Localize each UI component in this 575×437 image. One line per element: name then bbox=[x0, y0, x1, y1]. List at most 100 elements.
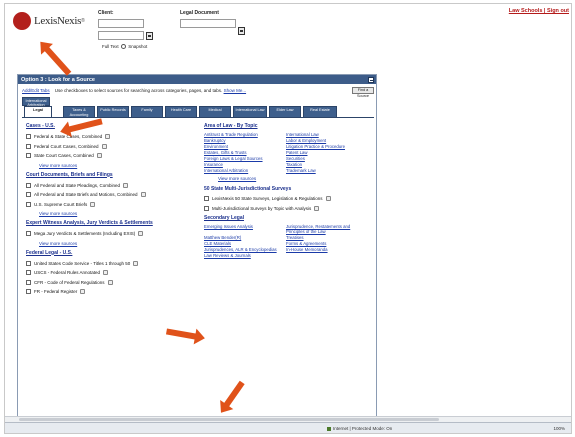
checkbox[interactable] bbox=[26, 143, 31, 149]
area-link[interactable]: Environment bbox=[204, 144, 282, 149]
expert-heading[interactable]: Expert Witness Analysis, Jury Verdicts &… bbox=[26, 220, 196, 226]
tab-international-law[interactable]: International Law bbox=[233, 106, 267, 117]
list-item[interactable]: Mega Jury Verdicts & Settlements (Includ… bbox=[26, 229, 196, 239]
zoom-level[interactable]: 100% bbox=[553, 426, 565, 431]
area-link[interactable]: Antitrust & Trade Regulation bbox=[204, 132, 282, 137]
area-link[interactable]: Foreign Laws & Legal Sources bbox=[204, 156, 282, 161]
list-item[interactable]: LexisNexis 50 State Surveys, Legislation… bbox=[204, 194, 374, 204]
tab-public-records[interactable]: Public Records bbox=[97, 106, 129, 117]
source-tabs: International Arbitration Legal Taxes & … bbox=[22, 97, 374, 118]
checkbox[interactable] bbox=[26, 153, 31, 159]
info-icon[interactable] bbox=[138, 231, 144, 237]
client-dropdown[interactable] bbox=[98, 31, 144, 40]
court-heading[interactable]: Court Documents, Briefs and Filings bbox=[26, 172, 196, 178]
snapshot-radio[interactable] bbox=[120, 44, 126, 50]
info-icon[interactable] bbox=[80, 289, 86, 295]
area-link[interactable]: International Arbitration bbox=[204, 168, 282, 173]
view-more-link[interactable]: View more sources bbox=[26, 209, 196, 218]
info-icon[interactable] bbox=[123, 182, 129, 188]
tab-family[interactable]: Family bbox=[131, 106, 163, 117]
federal-heading[interactable]: Federal Legal - U.S. bbox=[26, 250, 196, 256]
item-label: United States Code Service - Titles 1 th… bbox=[34, 260, 131, 266]
list-item[interactable]: U.S. Supreme Court Briefs bbox=[26, 200, 196, 210]
checkbox[interactable] bbox=[204, 196, 209, 202]
minimize-icon[interactable] bbox=[368, 76, 374, 83]
area-link[interactable]: Labor & Employment bbox=[286, 138, 364, 143]
add-edit-tabs-link[interactable]: Add/Edit Tabs bbox=[22, 88, 50, 93]
secondary-link[interactable]: Forms & Agreements bbox=[286, 241, 364, 246]
top-links-text[interactable]: Law Schools | Sign out bbox=[509, 8, 569, 14]
info-icon[interactable] bbox=[133, 260, 139, 266]
area-link[interactable]: Taxation bbox=[286, 162, 364, 167]
list-item[interactable]: USCS - Federal Rules Annotated bbox=[26, 268, 196, 278]
secondary-link[interactable]: Law Reviews & Journals bbox=[204, 253, 282, 258]
area-link[interactable]: Securities bbox=[286, 156, 364, 161]
info-icon[interactable] bbox=[103, 270, 109, 276]
list-item[interactable]: Federal & State Cases, Combined bbox=[26, 132, 196, 142]
area-link[interactable]: Litigation Practice & Procedure bbox=[286, 144, 364, 149]
secondary-link[interactable]: Jurisprudence, Restatements and Principl… bbox=[286, 224, 364, 234]
show-me-link[interactable]: Show Me... bbox=[224, 88, 247, 93]
tab-elder-law[interactable]: Elder Law bbox=[269, 106, 301, 117]
tab-real-estate[interactable]: Real Estate bbox=[303, 106, 337, 117]
area-link[interactable]: International Law bbox=[286, 132, 364, 137]
lexisnexis-logo[interactable]: LexisNexis ® bbox=[13, 10, 85, 32]
view-more-link[interactable]: View more sources bbox=[26, 239, 196, 248]
cases-heading[interactable]: Cases - U.S. bbox=[26, 123, 196, 129]
checkbox[interactable] bbox=[26, 270, 31, 276]
top-links[interactable]: Law Schools | Sign out bbox=[509, 8, 569, 14]
client-input[interactable] bbox=[98, 19, 144, 28]
lexisnexis-logo-icon bbox=[13, 12, 31, 30]
checkbox[interactable] bbox=[26, 134, 31, 140]
secondary-link[interactable]: In-House Memoranda bbox=[286, 247, 364, 252]
tab-health-care[interactable]: Health Care bbox=[165, 106, 197, 117]
checkbox[interactable] bbox=[204, 205, 209, 211]
list-item[interactable]: All Federal and State Pleadings, Combine… bbox=[26, 181, 196, 191]
info-icon[interactable] bbox=[107, 279, 113, 285]
checkbox[interactable] bbox=[26, 279, 31, 285]
panel-title: Option 3 : Look for a Source bbox=[18, 75, 376, 84]
checkbox[interactable] bbox=[26, 289, 31, 295]
area-link[interactable]: Patent Law bbox=[286, 150, 364, 155]
area-link[interactable]: Insurance bbox=[204, 162, 282, 167]
scrollbar-thumb[interactable] bbox=[19, 418, 439, 421]
checkbox[interactable] bbox=[26, 182, 31, 188]
secondary-legal-heading[interactable]: Secondary Legal bbox=[204, 215, 374, 221]
secondary-link[interactable]: Matthew Bender(R) bbox=[204, 235, 282, 240]
checkbox[interactable] bbox=[26, 260, 31, 266]
document-icon[interactable] bbox=[238, 27, 245, 35]
area-link[interactable]: Trademark Law bbox=[286, 168, 364, 173]
area-link[interactable]: Estates, Gifts & Trusts bbox=[204, 150, 282, 155]
list-item[interactable]: Multi-Jurisdictional Surveys by Topic wi… bbox=[204, 204, 374, 214]
info-icon[interactable] bbox=[325, 196, 331, 202]
checkbox[interactable] bbox=[26, 201, 31, 207]
tab-medical[interactable]: Medical bbox=[199, 106, 231, 117]
secondary-link[interactable]: Emerging Issues Analysis bbox=[204, 224, 282, 234]
list-item[interactable]: FR - Federal Register bbox=[26, 287, 196, 297]
info-icon[interactable] bbox=[314, 205, 320, 211]
view-more-link[interactable]: View more sources bbox=[204, 175, 374, 183]
secondary-link[interactable]: Treatises bbox=[286, 235, 364, 240]
area-of-law-heading[interactable]: Area of Law - By Topic bbox=[204, 123, 374, 129]
info-icon[interactable] bbox=[90, 201, 96, 207]
list-item[interactable]: United States Code Service - Titles 1 th… bbox=[26, 259, 196, 269]
info-icon[interactable] bbox=[105, 134, 111, 140]
secondary-link[interactable]: CLE Materials bbox=[204, 241, 282, 246]
info-icon[interactable] bbox=[140, 192, 146, 198]
checkbox[interactable] bbox=[26, 192, 31, 198]
tab-taxes[interactable]: Taxes & Accounting bbox=[63, 106, 95, 117]
list-item[interactable]: All Federal and State Briefs and Motions… bbox=[26, 190, 196, 200]
legal-document-input[interactable] bbox=[180, 19, 236, 28]
list-item[interactable]: State Court Cases, Combined bbox=[26, 151, 196, 161]
info-icon[interactable] bbox=[101, 143, 107, 149]
find-source-button[interactable]: Find a Source bbox=[352, 87, 374, 98]
view-more-link[interactable]: View more sources bbox=[26, 161, 196, 170]
area-link[interactable]: Bankruptcy bbox=[204, 138, 282, 143]
checkbox[interactable] bbox=[26, 231, 31, 237]
tab-international-arbitration[interactable]: International Arbitration bbox=[22, 97, 50, 107]
list-item[interactable]: CFR - Code of Federal Regulations bbox=[26, 278, 196, 288]
secondary-link[interactable]: Jurisprudences, ALR & Encyclopedias bbox=[204, 247, 282, 252]
info-icon[interactable] bbox=[96, 153, 102, 159]
search-icon[interactable] bbox=[146, 32, 153, 40]
list-item[interactable]: Federal Court Cases, Combined bbox=[26, 142, 196, 152]
